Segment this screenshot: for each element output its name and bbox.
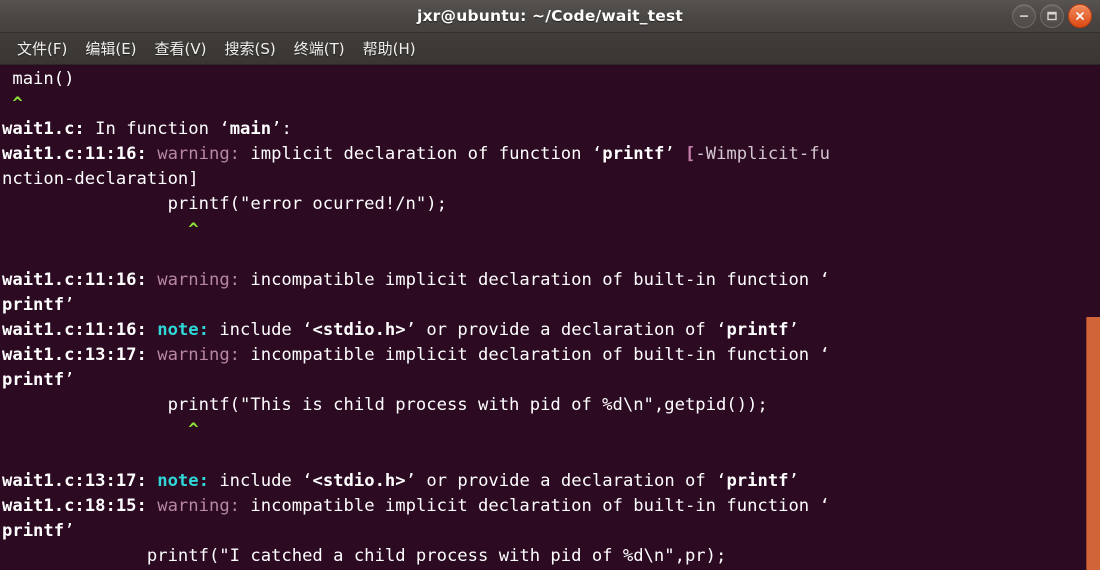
terminal-line: ^	[2, 92, 1100, 117]
diagnostic-location: wait1.c:11:16:	[2, 319, 147, 340]
terminal-line: main()	[2, 67, 1100, 92]
diagnostic-kind: note:	[157, 470, 209, 491]
diagnostic-location: wait1.c:13:17:	[2, 470, 147, 491]
terminal-output-area[interactable]: main() ^ wait1.c: In function ‘main’: wait…	[0, 65, 1100, 570]
diagnostic-kind: warning:	[157, 495, 241, 516]
diagnostic-kind: warning:	[157, 269, 241, 290]
terminal-scrollbar-thumb[interactable]	[1086, 317, 1100, 570]
diagnostic-kind: note:	[157, 319, 209, 340]
quoted-identifier: printf	[2, 370, 65, 391]
quoted-identifier: printf	[726, 470, 789, 491]
line-text: printf("I catched a child process with p…	[2, 545, 727, 566]
terminal-window: jxr@ubuntu: ~/Code/wait_test 文件(F) 编辑(E)…	[0, 0, 1100, 570]
quoted-identifier: printf	[726, 319, 789, 340]
title-bar[interactable]: jxr@ubuntu: ~/Code/wait_test	[0, 0, 1100, 33]
terminal-line: ^	[2, 418, 1100, 443]
terminal-line: printf’	[2, 520, 75, 541]
terminal-line: wait1.c: In function ‘main’:	[2, 119, 292, 140]
terminal-line: nction-declaration]	[2, 167, 1100, 192]
terminal-line: printf("This is child process with pid o…	[2, 393, 1100, 418]
terminal-scrollbar-track[interactable]	[1086, 65, 1100, 570]
maximize-icon	[1047, 11, 1057, 21]
terminal-line: printf’	[2, 294, 75, 315]
terminal-line: printf("I catched a child process with p…	[2, 544, 1100, 569]
caret-marker: ^	[2, 94, 23, 115]
quoted-identifier: <stdio.h>	[312, 470, 406, 491]
line-text: printf("This is child process with pid o…	[2, 395, 768, 416]
close-icon	[1076, 12, 1084, 20]
diagnostic-location: wait1.c:13:17:	[2, 345, 147, 366]
terminal-line: wait1.c:11:16: note: include ‘<stdio.h>’…	[2, 319, 799, 340]
diagnostic-location: wait1.c:18:15:	[2, 495, 147, 516]
diagnostic-location: wait1.c:	[2, 119, 85, 140]
menu-search[interactable]: 搜索(S)	[216, 35, 285, 62]
terminal-line: printf("error ocurred!/n");	[2, 192, 1100, 217]
diagnostic-kind: warning:	[157, 144, 241, 165]
terminal-line: wait1.c:13:17: note: include ‘<stdio.h>’…	[2, 470, 799, 491]
warning-flag: -Wimplicit-fu	[695, 144, 830, 165]
terminal-text: main() ^ wait1.c: In function ‘main’: wait…	[2, 67, 1100, 570]
window-controls	[1012, 4, 1092, 28]
minimize-button[interactable]	[1012, 4, 1036, 28]
terminal-line: wait1.c:18:15: warning: incompatible imp…	[2, 495, 830, 516]
terminal-line	[2, 443, 1100, 468]
quoted-identifier: <stdio.h>	[312, 319, 406, 340]
diagnostic-kind: warning:	[157, 345, 241, 366]
line-text: main()	[2, 69, 75, 89]
terminal-line	[2, 243, 1100, 268]
minimize-icon	[1020, 15, 1028, 17]
diagnostic-location: wait1.c:11:16:	[2, 269, 147, 290]
quoted-identifier: printf	[602, 144, 665, 165]
terminal-line: ^	[2, 218, 1100, 243]
quoted-identifier: printf	[2, 294, 65, 315]
diagnostic-location: wait1.c:11:16:	[2, 144, 147, 165]
caret-marker: ^	[2, 420, 199, 441]
quoted-identifier: printf	[2, 520, 65, 541]
maximize-button[interactable]	[1040, 4, 1064, 28]
menu-terminal[interactable]: 终端(T)	[285, 35, 354, 62]
close-button[interactable]	[1068, 4, 1092, 28]
caret-marker: ^	[2, 219, 199, 240]
line-text: nction-declaration]	[2, 169, 199, 190]
quoted-identifier: main	[229, 119, 272, 140]
menu-edit[interactable]: 编辑(E)	[76, 35, 145, 62]
menu-bar: 文件(F) 编辑(E) 查看(V) 搜索(S) 终端(T) 帮助(H)	[0, 33, 1100, 65]
terminal-line: wait1.c:13:17: warning: incompatible imp…	[2, 345, 830, 366]
terminal-line: wait1.c:11:16: warning: implicit declara…	[2, 144, 830, 165]
window-title: jxr@ubuntu: ~/Code/wait_test	[416, 7, 684, 25]
menu-file[interactable]: 文件(F)	[8, 35, 76, 62]
line-text	[2, 445, 12, 465]
line-text: printf("error ocurred!/n");	[2, 194, 447, 215]
terminal-line: printf’	[2, 370, 75, 391]
menu-view[interactable]: 查看(V)	[146, 35, 216, 62]
line-text	[2, 245, 12, 265]
terminal-line: wait1.c:11:16: warning: incompatible imp…	[2, 269, 830, 290]
menu-help[interactable]: 帮助(H)	[354, 35, 425, 62]
